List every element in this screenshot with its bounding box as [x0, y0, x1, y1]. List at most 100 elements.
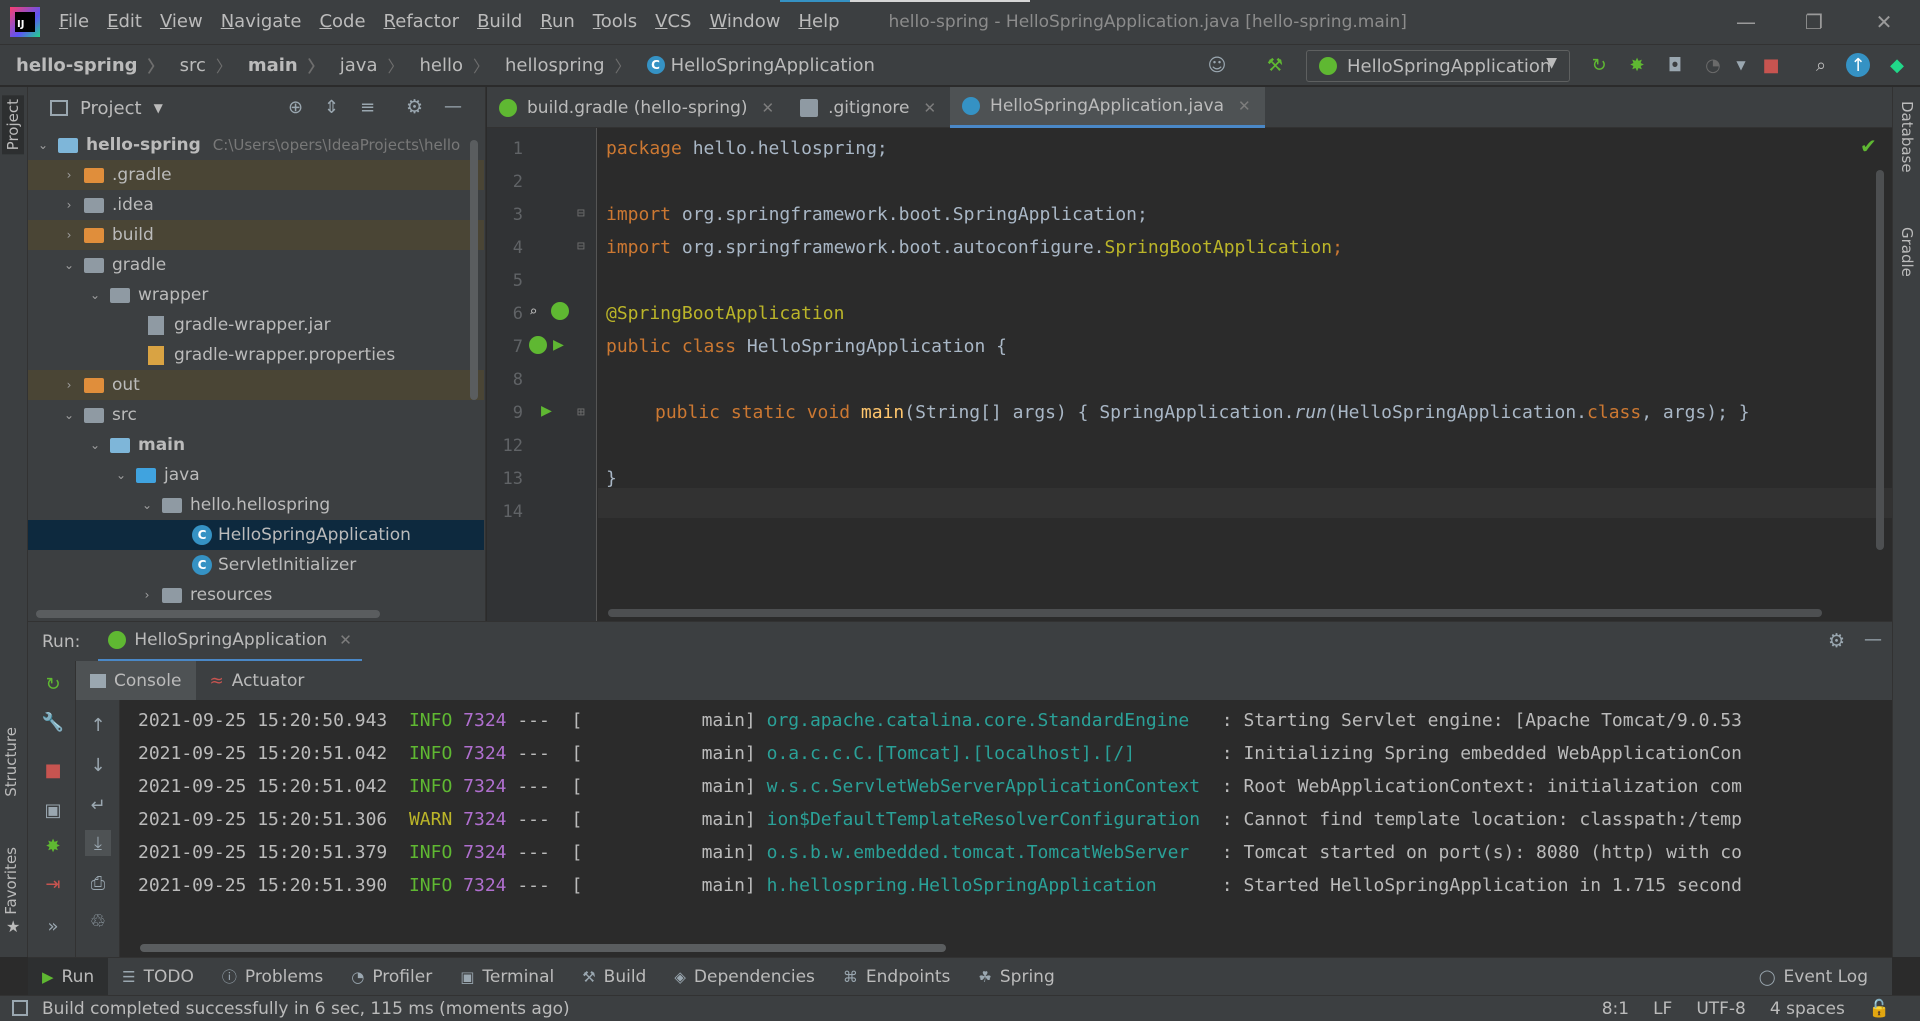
spring-bean-icon[interactable]: [529, 336, 547, 354]
trash-icon[interactable]: ♲: [85, 908, 111, 934]
spring-bean-icon[interactable]: [551, 302, 569, 320]
inspection-ok-icon[interactable]: ✔: [1860, 134, 1877, 158]
chevron-down-icon[interactable]: ⌄: [34, 138, 52, 152]
tree-node-java[interactable]: ⌄ java: [28, 460, 484, 490]
fold-icon[interactable]: ⊞: [577, 405, 585, 420]
menu-window[interactable]: Window: [700, 0, 789, 44]
tree-node-servlet-initializer[interactable]: C ServletInitializer: [28, 550, 484, 580]
tree-node-build[interactable]: › build: [28, 220, 484, 250]
print-icon[interactable]: ⎙: [85, 870, 111, 896]
collapse-all-icon[interactable]: ≡: [360, 97, 375, 118]
rerun-icon[interactable]: ↻: [1586, 52, 1612, 78]
close-window-icon[interactable]: ✕: [1854, 0, 1914, 44]
status-message[interactable]: Build completed successfully in 6 sec, 1…: [42, 999, 570, 1019]
tool-tab-dependencies[interactable]: ◈ Dependencies: [660, 958, 829, 996]
more-icon[interactable]: »: [40, 913, 66, 939]
stop-icon[interactable]: ■: [40, 757, 66, 783]
indent-setting[interactable]: 4 spaces: [1770, 999, 1845, 1019]
project-vertical-scrollbar[interactable]: [470, 140, 478, 400]
console-horizontal-scrollbar[interactable]: [140, 944, 946, 952]
breadcrumb-hellospring[interactable]: hellospring 〉: [489, 53, 631, 77]
chevron-down-icon[interactable]: ⌄: [86, 438, 104, 452]
tab-actuator[interactable]: ≈ Actuator: [196, 661, 319, 700]
chevron-right-icon[interactable]: ›: [60, 168, 78, 182]
gear-icon[interactable]: ⚙: [406, 96, 423, 118]
fold-icon[interactable]: ⊟: [577, 206, 585, 221]
menu-tools[interactable]: Tools: [584, 0, 646, 44]
tab-gitignore[interactable]: .gitignore ✕: [788, 87, 950, 128]
lock-icon[interactable]: 🔓: [1869, 999, 1890, 1019]
gear-icon[interactable]: ⚙: [1828, 630, 1845, 652]
tool-tab-structure[interactable]: Structure: [2, 727, 20, 797]
chevron-right-icon[interactable]: ›: [60, 378, 78, 392]
tool-tab-favorites[interactable]: Favorites: [2, 847, 20, 915]
arrow-down-icon[interactable]: ↓: [85, 752, 111, 778]
tree-node-src[interactable]: ⌄ src: [28, 400, 484, 430]
log-logger[interactable]: ion$DefaultTemplateResolverConfiguration: [767, 809, 1211, 830]
tree-node-gradle[interactable]: ⌄ gradle: [28, 250, 484, 280]
wrench-icon[interactable]: 🔧: [40, 709, 66, 735]
run-tab-hello-spring-application[interactable]: HelloSpringApplication ✕: [98, 622, 362, 662]
tree-node-main[interactable]: ⌄ main: [28, 430, 484, 460]
hide-panel-icon[interactable]: —: [444, 96, 462, 117]
caret-position[interactable]: 8:1: [1602, 999, 1629, 1019]
tree-node-root[interactable]: ⌄ hello-spring C:\Users\opers\IdeaProjec…: [28, 130, 484, 160]
log-logger[interactable]: org.apache.catalina.core.StandardEngine: [767, 710, 1211, 731]
tool-tab-build[interactable]: ⚒ Build: [568, 958, 660, 996]
debug-icon[interactable]: ✸: [1624, 52, 1650, 78]
tree-node-wrapper-jar[interactable]: gradle-wrapper.jar: [28, 310, 484, 340]
breadcrumb-class[interactable]: C HelloSpringApplication: [631, 55, 875, 76]
close-tab-icon[interactable]: ✕: [339, 631, 352, 649]
chevron-right-icon[interactable]: ›: [60, 228, 78, 242]
camera-icon[interactable]: ▣: [40, 797, 66, 823]
chevron-down-icon[interactable]: ⌄: [112, 468, 130, 482]
menu-edit[interactable]: Edit: [98, 0, 151, 44]
user-icon[interactable]: ☺: [1204, 52, 1230, 78]
menu-build[interactable]: Build: [468, 0, 531, 44]
tree-node-wrapper[interactable]: ⌄ wrapper: [28, 280, 484, 310]
tool-tab-run[interactable]: ▶ Run: [28, 957, 109, 996]
project-horizontal-scrollbar[interactable]: [36, 610, 380, 618]
close-tab-icon[interactable]: ✕: [1238, 97, 1251, 115]
log-logger[interactable]: h.hellospring.HelloSpringApplication: [767, 875, 1211, 896]
close-tab-icon[interactable]: ✕: [923, 99, 936, 117]
chevron-down-icon[interactable]: ⌄: [86, 288, 104, 302]
breadcrumb-project[interactable]: hello-spring 〉: [0, 53, 164, 77]
stop-icon[interactable]: ■: [1758, 52, 1784, 78]
breadcrumb-java[interactable]: java 〉: [324, 53, 404, 77]
tree-node-hello-spring-application[interactable]: C HelloSpringApplication: [28, 520, 484, 550]
coverage-icon[interactable]: ◘: [1662, 52, 1688, 78]
editor-horizontal-scrollbar[interactable]: [608, 609, 1822, 617]
code-editor[interactable]: 1 2 3 4 5 6 7 8 9 12 13 14 ⌕ ▶ ▶ ⊟ ⊟ ⊞ p…: [487, 128, 1892, 621]
run-configuration-select[interactable]: HelloSpringApplication ▼: [1306, 50, 1570, 82]
menu-run[interactable]: Run: [531, 0, 584, 44]
tab-console[interactable]: Console: [76, 661, 196, 700]
line-separator[interactable]: LF: [1653, 999, 1672, 1019]
fold-icon[interactable]: ⊟: [577, 239, 585, 254]
soft-wrap-icon[interactable]: ↵: [85, 792, 111, 818]
tree-node-gradle-cache[interactable]: › .gradle: [28, 160, 484, 190]
scroll-to-end-icon[interactable]: ⤓: [85, 830, 111, 856]
menu-help[interactable]: Help: [789, 0, 848, 44]
chevron-down-icon[interactable]: ⌄: [138, 498, 156, 512]
hide-panel-icon[interactable]: —: [1864, 629, 1882, 650]
editor-vertical-scrollbar[interactable]: [1876, 170, 1884, 550]
tool-tab-profiler[interactable]: ◔ Profiler: [337, 958, 446, 996]
jetbrains-toolbox-icon[interactable]: ◆: [1884, 52, 1910, 78]
chevron-down-icon[interactable]: ▼: [154, 101, 163, 115]
tool-tab-event-log[interactable]: ◯ Event Log: [1759, 958, 1868, 996]
exit-icon[interactable]: ⇥: [40, 871, 66, 897]
rerun-icon[interactable]: ↻: [40, 671, 66, 697]
more-run-options-icon[interactable]: ▼: [1728, 52, 1754, 78]
tool-tab-endpoints[interactable]: ⌘ Endpoints: [829, 958, 965, 996]
run-gutter-icon[interactable]: ▶: [541, 400, 552, 421]
tab-build-gradle[interactable]: build.gradle (hello-spring) ✕: [487, 87, 788, 128]
menu-navigate[interactable]: Navigate: [212, 0, 311, 44]
tool-tab-terminal[interactable]: ▣ Terminal: [446, 958, 568, 996]
chevron-right-icon[interactable]: ›: [60, 198, 78, 212]
breadcrumb-src[interactable]: src 〉: [164, 53, 232, 77]
menu-code[interactable]: Code: [310, 0, 374, 44]
project-panel-title[interactable]: Project: [80, 98, 142, 119]
chevron-right-icon[interactable]: ›: [138, 588, 156, 602]
chevron-down-icon[interactable]: ⌄: [60, 258, 78, 272]
